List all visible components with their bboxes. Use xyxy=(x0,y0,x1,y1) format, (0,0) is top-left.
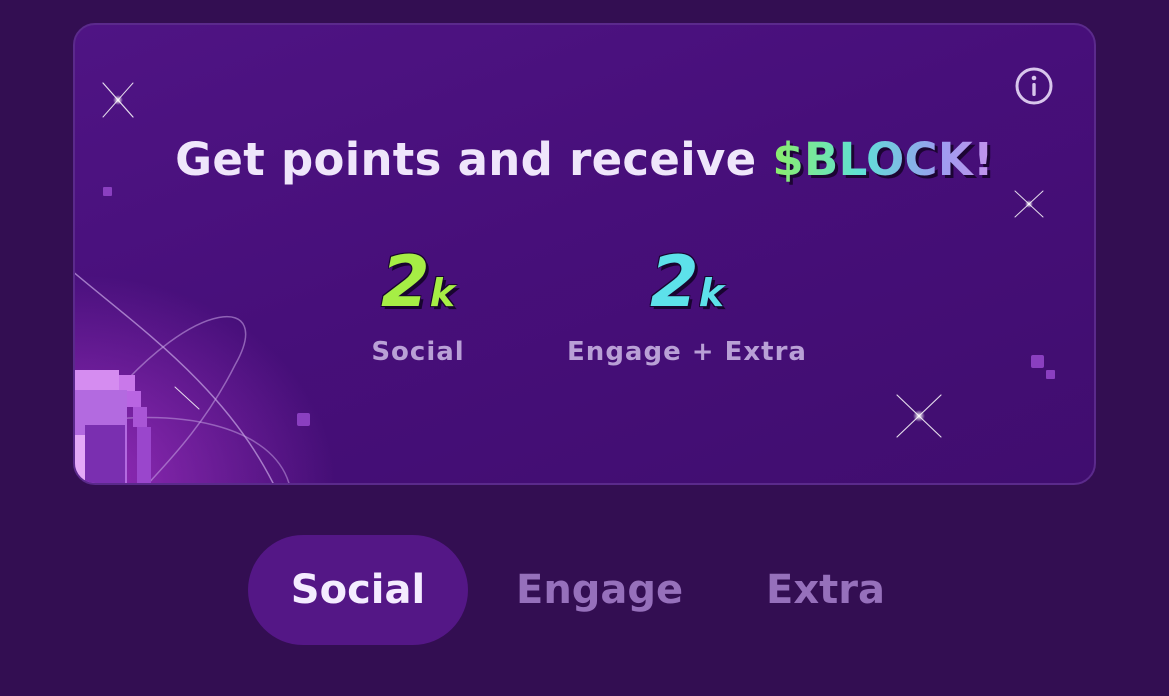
stat-engage-extra: 2k Engage + Extra xyxy=(557,247,817,367)
stat-social: 2k Social xyxy=(358,247,478,367)
tab-social[interactable]: Social xyxy=(248,535,468,645)
banner-headline: Get points and receive $BLOCK! xyxy=(75,133,1094,186)
stat-engage-extra-label: Engage + Extra xyxy=(567,337,807,367)
info-icon xyxy=(1015,67,1053,105)
tab-bar: Social Engage Extra xyxy=(248,535,885,645)
token-name: $BLOCK! xyxy=(772,133,994,186)
stat-engage-extra-value: 2k xyxy=(650,241,724,323)
info-button[interactable] xyxy=(1014,66,1054,106)
tab-engage[interactable]: Engage xyxy=(516,535,683,645)
stat-social-label: Social xyxy=(371,337,465,367)
tab-extra[interactable]: Extra xyxy=(766,535,885,645)
points-banner-card: Get points and receive $BLOCK! 2k Social… xyxy=(73,23,1096,485)
stat-social-value: 2k xyxy=(381,241,455,323)
headline-text: Get points and receive xyxy=(175,133,773,186)
